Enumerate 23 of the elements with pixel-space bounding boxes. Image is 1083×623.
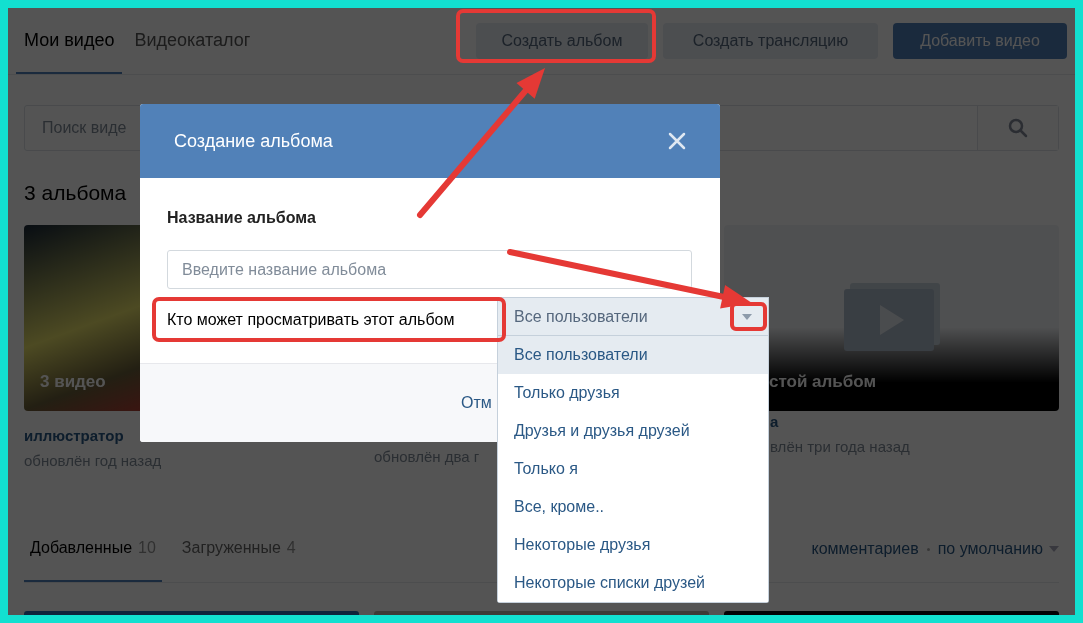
album-title[interactable]: иллюстратор <box>24 424 124 447</box>
search-button[interactable] <box>977 106 1058 150</box>
dropdown-option[interactable]: Все пользователи <box>498 336 768 374</box>
album-count: стой альбом <box>769 371 877 393</box>
sort-dropdown[interactable]: по умолчанию <box>937 537 1059 561</box>
search-icon <box>1008 118 1028 138</box>
dialog-title: Создание альбома <box>174 129 333 153</box>
tab[interactable]: Видеокаталог <box>126 8 259 74</box>
highlight-frame <box>730 302 767 331</box>
privacy-select[interactable]: Все пользователи <box>497 297 769 336</box>
field-label: Название альбома <box>167 208 317 228</box>
caret-icon <box>1049 546 1059 552</box>
album-title[interactable]: а <box>770 410 779 433</box>
close-icon[interactable] <box>668 132 686 150</box>
album-name-field[interactable]: Введите название альбома <box>167 250 692 289</box>
cancel-button[interactable]: Отм <box>461 391 492 415</box>
tab[interactable]: Мои видео <box>16 8 123 74</box>
caret-icon <box>742 313 752 320</box>
video-album-icon <box>844 282 940 351</box>
field-label: Кто может просматривать этот альбом <box>167 310 455 330</box>
sort-label: комментариев <box>811 539 919 559</box>
section-heading: 3 альбома <box>24 180 128 206</box>
album-cover[interactable]: стой альбом <box>724 224 1059 411</box>
